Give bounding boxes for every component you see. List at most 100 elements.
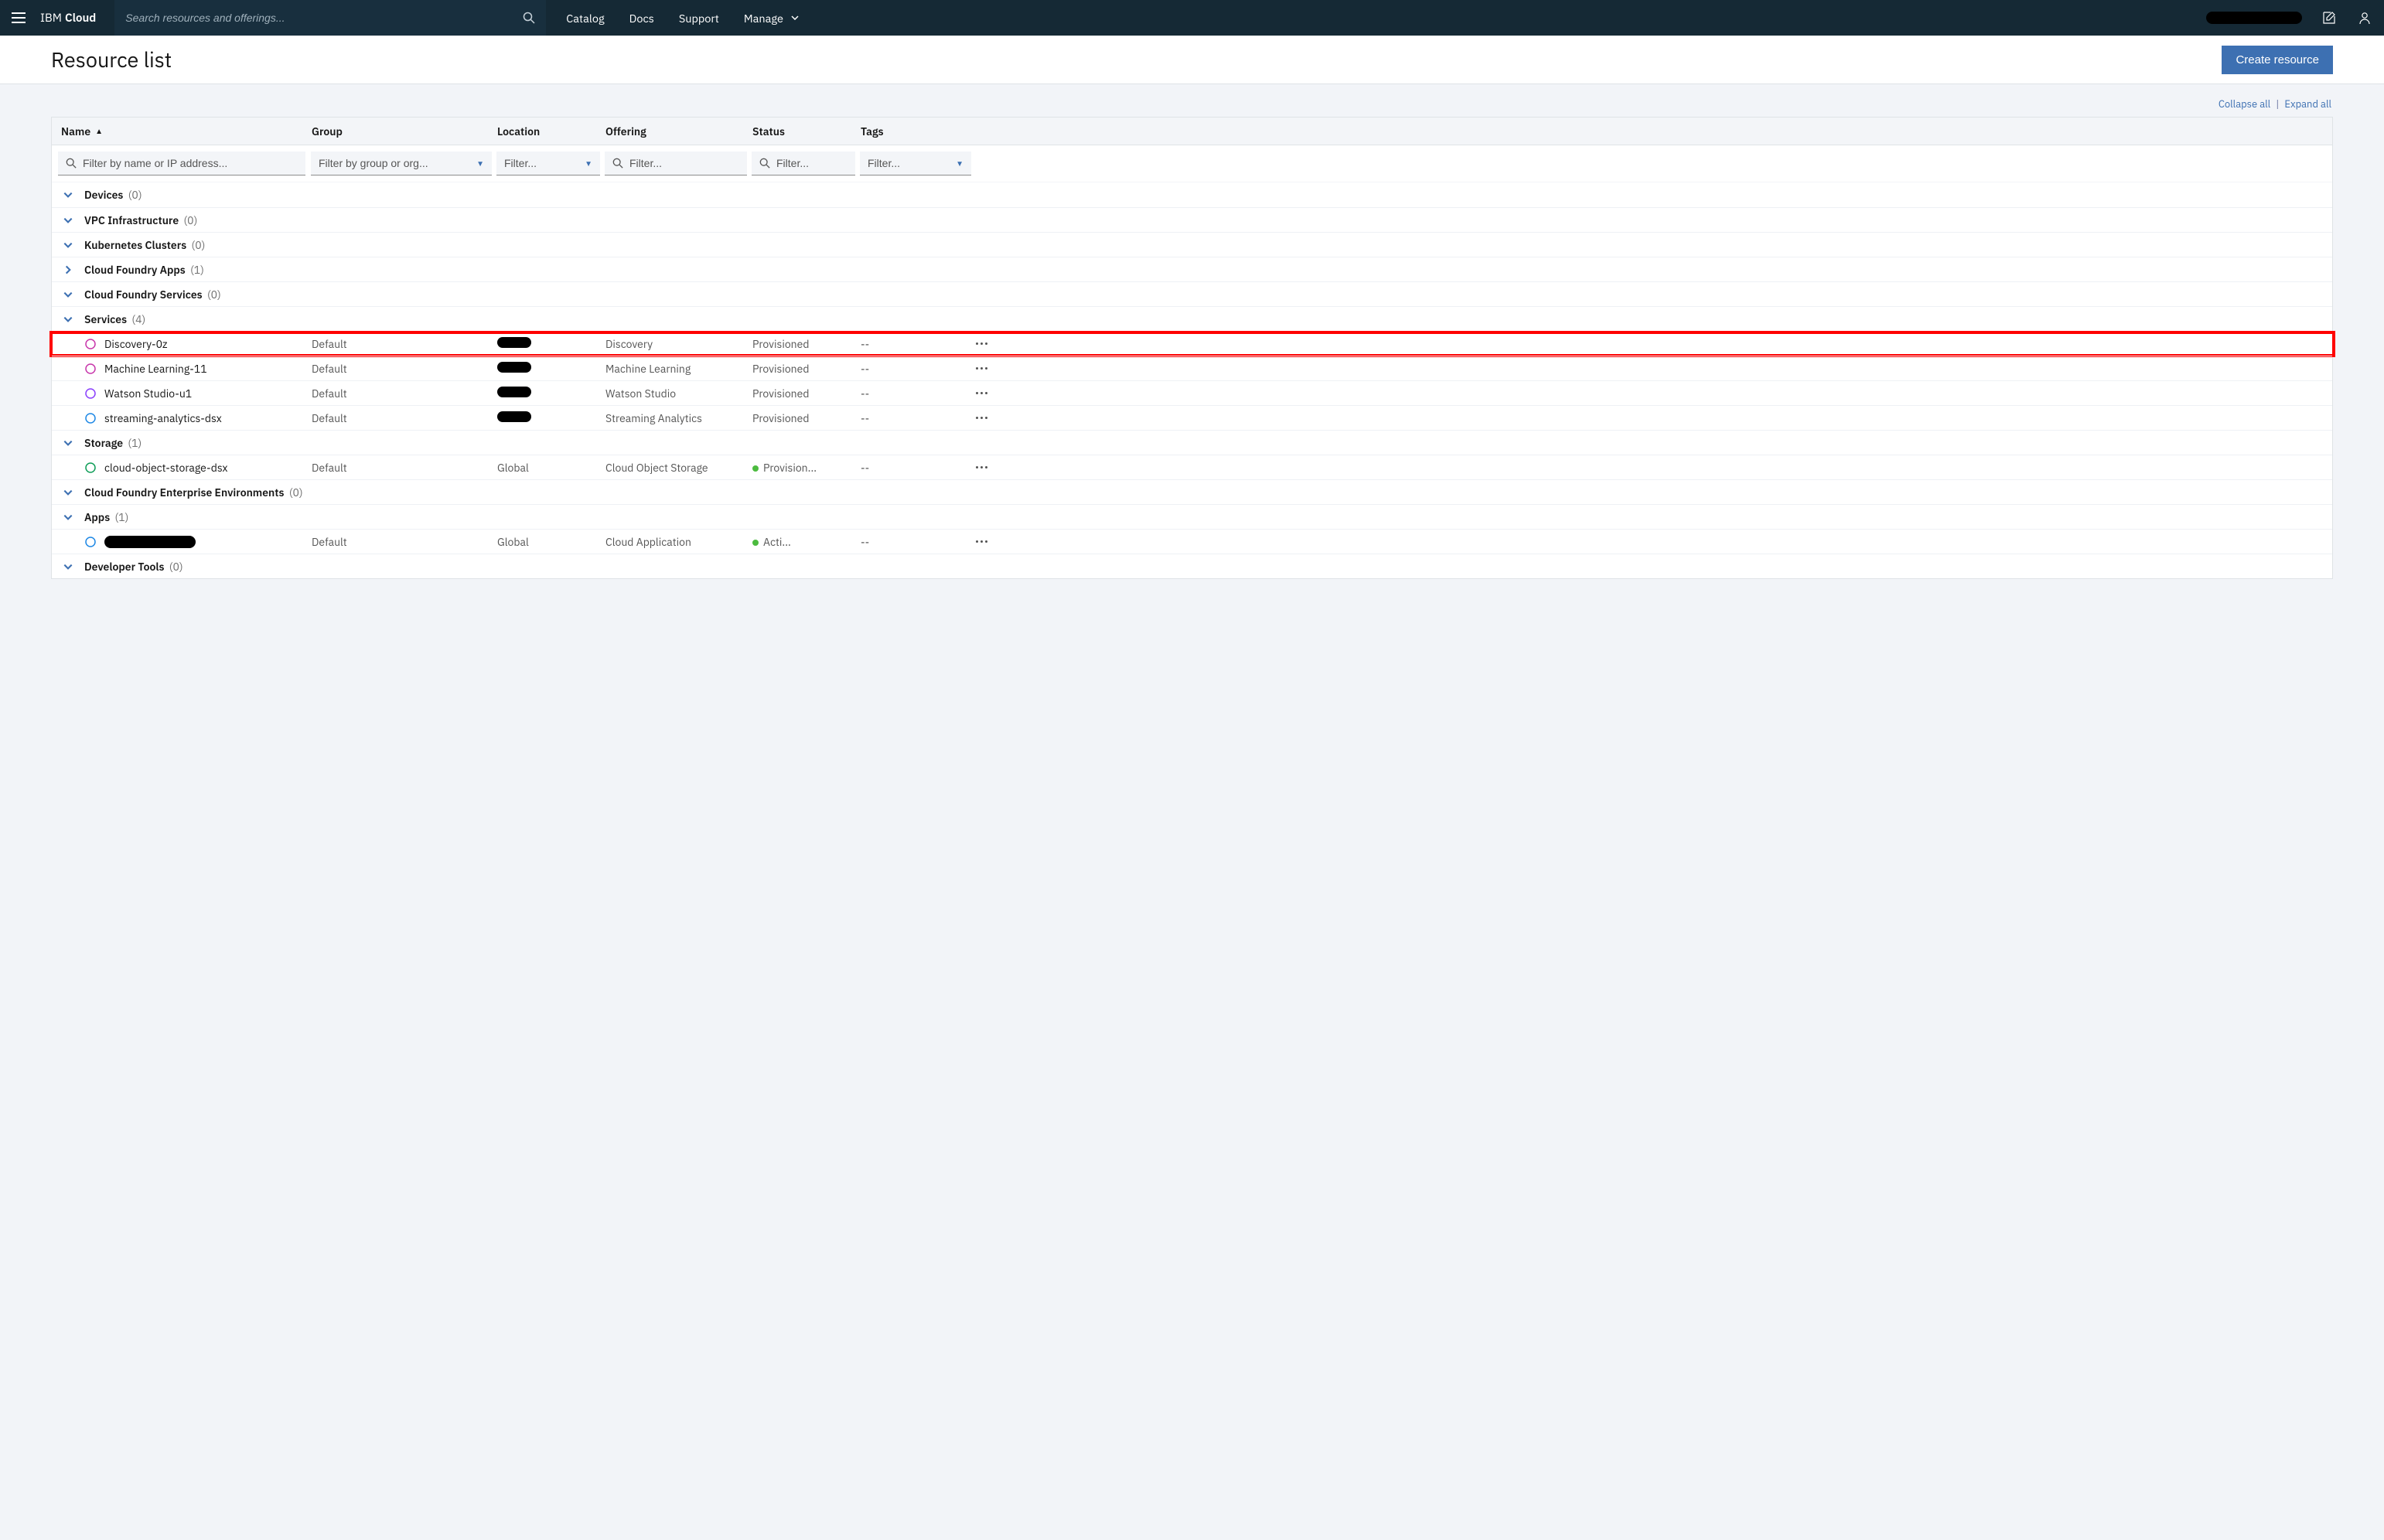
row-actions-button[interactable] [974, 466, 998, 468]
group-row-svc[interactable]: Services (4) [52, 306, 2332, 331]
resource-icon [84, 536, 97, 548]
header-search[interactable] [114, 0, 546, 36]
chevron-down-icon[interactable] [52, 189, 84, 200]
chevron-down-icon[interactable] [52, 512, 84, 523]
col-name[interactable]: Name ▲ [52, 124, 309, 138]
col-group[interactable]: Group [309, 124, 494, 138]
resource-name[interactable]: Discovery-0z [104, 337, 167, 351]
row-actions-button[interactable] [974, 342, 998, 345]
filter-status-select[interactable] [752, 152, 855, 175]
search-icon [612, 158, 623, 169]
brand-bold: Cloud [65, 11, 96, 26]
filter-offering-input[interactable] [605, 152, 747, 175]
filter-tags-select[interactable]: ▼ [860, 152, 971, 175]
group-row-k8s[interactable]: Kubernetes Clusters (0) [52, 232, 2332, 257]
sort-asc-icon: ▲ [95, 126, 103, 136]
page-header: Resource list Create resource [0, 36, 2384, 84]
brand-logo[interactable]: IBM Cloud [37, 11, 114, 26]
chevron-down-icon[interactable] [52, 215, 84, 226]
search-icon [66, 158, 77, 169]
col-status[interactable]: Status [749, 124, 858, 138]
resource-name[interactable]: streaming-analytics-dsx [104, 411, 222, 425]
filter-row: ▼ ▼ [52, 145, 2332, 182]
redacted-location [497, 411, 531, 422]
col-offering[interactable]: Offering [602, 124, 749, 138]
chevron-right-icon[interactable] [52, 264, 84, 275]
resource-status: Provisioned [749, 387, 858, 400]
status-dot-icon [752, 465, 759, 472]
group-label: VPC Infrastructure (0) [84, 213, 998, 227]
resource-location: Global [494, 535, 602, 549]
chevron-down-icon[interactable] [52, 314, 84, 325]
group-row-cfapps[interactable]: Cloud Foundry Apps (1) [52, 257, 2332, 281]
group-label: Devices (0) [84, 188, 998, 202]
group-row-cfee[interactable]: Cloud Foundry Enterprise Environments (0… [52, 479, 2332, 504]
resource-row[interactable]: Machine Learning-11 Default Machine Learni… [52, 356, 2332, 380]
group-row-cfsvc[interactable]: Cloud Foundry Services (0) [52, 281, 2332, 306]
filter-name-input[interactable] [58, 152, 305, 175]
chevron-down-icon[interactable] [52, 561, 84, 572]
chevron-down-icon[interactable] [52, 289, 84, 300]
group-label: Cloud Foundry Enterprise Environments (0… [84, 486, 998, 499]
resource-row[interactable]: Discovery-0zDefaultDiscoveryProvisioned-… [52, 331, 2332, 356]
create-note-button[interactable] [2311, 0, 2347, 36]
resource-name[interactable]: Machine Learning-11 [104, 362, 207, 376]
redacted-location [497, 337, 531, 348]
row-actions-button[interactable] [974, 392, 998, 394]
nav-support[interactable]: Support [667, 0, 732, 36]
resource-group: Default [309, 362, 494, 376]
group-count: (0) [128, 188, 142, 202]
search-icon [523, 12, 535, 24]
resource-status: Provisioned [749, 362, 858, 376]
col-tags[interactable]: Tags [858, 124, 974, 138]
resource-offering: Streaming Analytics [602, 411, 749, 425]
row-actions-button[interactable] [974, 367, 998, 370]
group-row-vpc[interactable]: VPC Infrastructure (0) [52, 207, 2332, 232]
account-selector[interactable] [2206, 12, 2302, 24]
group-label: Storage (1) [84, 436, 998, 450]
resource-offering: Machine Learning [602, 362, 749, 376]
group-row-devtools[interactable]: Developer Tools (0) [52, 554, 2332, 578]
chevron-down-icon[interactable] [52, 438, 84, 448]
resource-status: Acti... [749, 535, 858, 549]
profile-button[interactable] [2347, 0, 2382, 36]
caret-down-icon: ▼ [956, 158, 963, 169]
chevron-down-icon[interactable] [52, 240, 84, 250]
group-count: (0) [183, 213, 197, 227]
resource-row[interactable]: cloud-object-storage-dsxDefaultGlobalClo… [52, 455, 2332, 479]
chevron-down-icon[interactable] [52, 487, 84, 498]
nav-manage[interactable]: Manage [732, 0, 811, 36]
resource-location [494, 337, 602, 351]
nav-catalog[interactable]: Catalog [554, 0, 616, 36]
row-actions-button[interactable] [974, 540, 998, 543]
group-row-apps[interactable]: Apps (1) [52, 504, 2332, 529]
search-input[interactable] [125, 12, 517, 24]
nav-docs[interactable]: Docs [617, 0, 667, 36]
separator: | [2273, 97, 2282, 111]
expand-all-link[interactable]: Expand all [2284, 97, 2331, 111]
group-row-devices[interactable]: Devices (0) [52, 182, 2332, 207]
caret-down-icon: ▼ [476, 158, 484, 169]
resource-row[interactable]: DefaultGlobalCloud ApplicationActi...-- [52, 529, 2332, 554]
resource-name[interactable]: cloud-object-storage-dsx [104, 461, 228, 475]
filter-group-select[interactable]: ▼ [311, 152, 492, 175]
resource-group: Default [309, 535, 494, 549]
resource-offering: Watson Studio [602, 387, 749, 400]
collapse-all-link[interactable]: Collapse all [2219, 97, 2270, 111]
resource-offering: Cloud Application [602, 535, 749, 549]
resource-row[interactable]: Watson Studio-u1DefaultWatson StudioProv… [52, 380, 2332, 405]
search-icon [759, 158, 770, 169]
resource-name[interactable]: Watson Studio-u1 [104, 387, 192, 400]
resource-table: Name ▲ Group Location Offering Status Ta… [51, 117, 2333, 579]
row-actions-button[interactable] [974, 417, 998, 419]
filter-location-select[interactable]: ▼ [496, 152, 600, 175]
menu-button[interactable] [0, 0, 37, 36]
status-dot-icon [752, 540, 759, 546]
group-row-storage[interactable]: Storage (1) [52, 430, 2332, 455]
col-location[interactable]: Location [494, 124, 602, 138]
redacted-location [497, 362, 531, 373]
redacted-location [497, 387, 531, 397]
resource-location [494, 362, 602, 376]
create-resource-button[interactable]: Create resource [2222, 46, 2333, 74]
resource-row[interactable]: streaming-analytics-dsxDefaultStreaming … [52, 405, 2332, 430]
